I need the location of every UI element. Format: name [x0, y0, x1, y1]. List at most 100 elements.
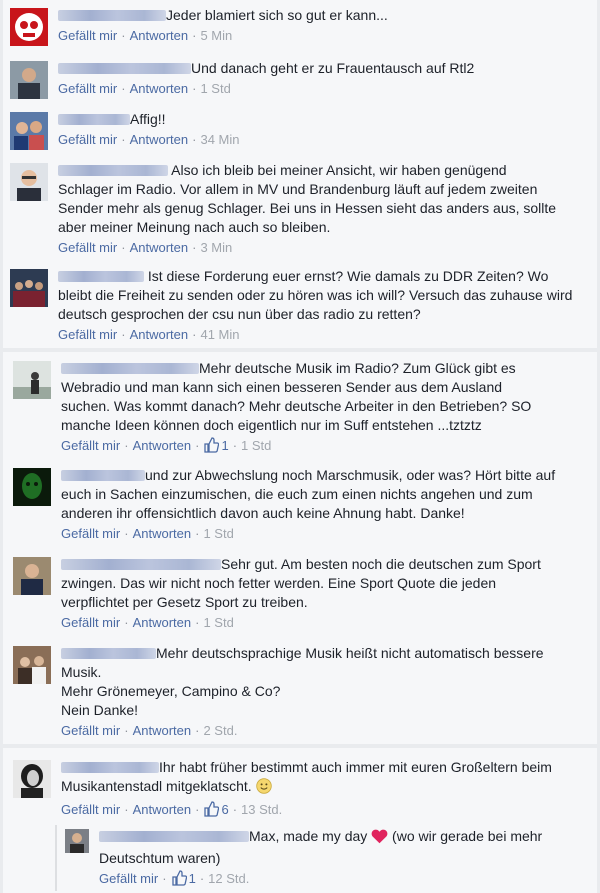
comment-text: Max, made my day — [249, 828, 368, 844]
like-link[interactable]: Gefällt mir — [58, 327, 117, 342]
blurred-author-name[interactable] — [58, 63, 191, 74]
comment-text: Affig!! — [130, 111, 166, 127]
comment-actions: Gefällt mir · Antworten · 5 Min — [58, 27, 588, 44]
separator-dot: · — [232, 438, 238, 453]
separator-dot: · — [199, 871, 205, 886]
separator-dot: · — [121, 327, 126, 342]
blurred-author-name[interactable] — [58, 114, 130, 125]
thumbs-up-icon — [203, 801, 220, 821]
comment-timestamp[interactable]: 1 Std — [200, 81, 230, 96]
blurred-author-name[interactable] — [61, 762, 159, 773]
comment-actions: Gefällt mir · Antworten · 1 Std — [58, 80, 588, 97]
separator-dot: · — [121, 240, 126, 255]
like-link[interactable]: Gefällt mir — [58, 132, 117, 147]
like-link[interactable]: Gefällt mir — [58, 240, 117, 255]
comment-timestamp[interactable]: 13 Std. — [241, 802, 282, 817]
comment-timestamp[interactable]: 1 Std — [203, 615, 233, 630]
reply-indent-line — [55, 825, 57, 891]
comment-timestamp[interactable]: 5 Min — [200, 28, 232, 43]
separator-dot: · — [121, 81, 126, 96]
dark-hair-photo-icon[interactable] — [13, 760, 51, 798]
comment-actions: Gefällt mir · Antworten · 2 Std. — [61, 722, 551, 739]
comment-actions: Gefällt mir · Antworten · 6 · 13 Std. — [61, 801, 581, 821]
comment-text-line: Mehr Grönemeyer, Campino & Co? — [61, 683, 281, 699]
comment-timestamp[interactable]: 1 Std — [203, 526, 233, 541]
reply-link[interactable]: Antworten — [130, 327, 189, 342]
comment-actions: Gefällt mir · Antworten · 1 Std — [61, 614, 561, 631]
separator-dot: · — [195, 526, 200, 541]
separator-dot: · — [124, 526, 129, 541]
comment-actions: Gefällt mir · Antworten · 34 Min — [58, 131, 588, 148]
comment-timestamp[interactable]: 34 Min — [200, 132, 239, 147]
green-face-photo-icon[interactable] — [13, 468, 51, 506]
like-link[interactable]: Gefällt mir — [58, 81, 117, 96]
man-glasses-photo-icon[interactable] — [10, 163, 48, 201]
reply-link[interactable]: Antworten — [133, 723, 192, 738]
like-link[interactable]: Gefällt mir — [58, 28, 117, 43]
man-photo-icon[interactable] — [10, 61, 48, 99]
like-link[interactable]: Gefällt mir — [61, 526, 120, 541]
reply-link[interactable]: Antworten — [130, 28, 189, 43]
small-man-photo-icon[interactable] — [65, 829, 89, 853]
comment-actions: Gefällt mir · Antworten · 1 Std — [61, 525, 586, 542]
thumbs-up-icon — [171, 870, 187, 890]
blurred-author-name[interactable] — [61, 648, 156, 659]
reply-link[interactable]: Antworten — [133, 615, 192, 630]
comment-actions: Gefällt mir · Antworten · 1 · 1 Std — [61, 437, 551, 457]
man-suit-photo-icon[interactable] — [13, 557, 51, 595]
comment-timestamp[interactable]: 1 Std — [241, 438, 271, 453]
separator-dot: · — [124, 802, 129, 817]
comment-actions: Gefällt mir · 1 · 12 Std. — [99, 870, 579, 890]
smile-emoji-icon — [255, 778, 272, 799]
comment-text: Jeder blamiert sich so gut er kann... — [166, 7, 388, 23]
like-count[interactable]: 1 — [171, 870, 196, 886]
blurred-author-name[interactable] — [61, 470, 145, 481]
reply-link[interactable]: Antworten — [130, 240, 189, 255]
comment-actions: Gefällt mir · Antworten · 3 Min — [58, 239, 558, 256]
blurred-author-name[interactable] — [58, 271, 144, 282]
like-link[interactable]: Gefällt mir — [61, 723, 120, 738]
reply-link[interactable]: Antworten — [133, 526, 192, 541]
separator-dot: · — [192, 327, 197, 342]
like-link[interactable]: Gefällt mir — [61, 615, 120, 630]
separator-dot: · — [232, 802, 238, 817]
heart-icon — [371, 829, 388, 849]
separator-dot: · — [195, 438, 200, 453]
thumbs-up-icon — [203, 437, 220, 457]
separator-dot: · — [121, 132, 126, 147]
comment-timestamp[interactable]: 41 Min — [200, 327, 239, 342]
people-indoor-photo-icon[interactable] — [13, 646, 51, 684]
reply-link[interactable]: Antworten — [130, 132, 189, 147]
comment-timestamp[interactable]: 12 Std. — [208, 871, 249, 886]
group-photo-icon[interactable] — [10, 112, 48, 150]
like-count[interactable]: 1 — [203, 437, 229, 453]
reply-link[interactable]: Antworten — [133, 802, 192, 817]
separator-dot: · — [121, 28, 126, 43]
blurred-author-name[interactable] — [58, 10, 166, 21]
crowd-photo-icon[interactable] — [10, 269, 48, 307]
separator-dot: · — [162, 871, 167, 886]
person-snow-photo-icon[interactable] — [13, 361, 51, 399]
blurred-author-name[interactable] — [61, 363, 199, 374]
comment-timestamp[interactable]: 3 Min — [200, 240, 232, 255]
reply-link[interactable]: Antworten — [130, 81, 189, 96]
separator-dot: · — [192, 240, 197, 255]
comment-timestamp[interactable]: 2 Std. — [203, 723, 237, 738]
blurred-author-name[interactable] — [61, 559, 221, 570]
blurred-author-name[interactable] — [58, 165, 168, 176]
separator-dot: · — [124, 438, 129, 453]
like-link[interactable]: Gefällt mir — [99, 871, 158, 886]
like-count[interactable]: 6 — [203, 801, 229, 817]
reply-link[interactable]: Antworten — [133, 438, 192, 453]
like-link[interactable]: Gefällt mir — [61, 802, 120, 817]
blurred-author-name[interactable] — [99, 831, 249, 842]
separator-dot: · — [192, 28, 197, 43]
separator-dot: · — [192, 81, 197, 96]
separator-dot: · — [195, 802, 200, 817]
comment-actions: Gefällt mir · Antworten · 41 Min — [58, 326, 578, 343]
like-link[interactable]: Gefällt mir — [61, 438, 120, 453]
comment-text: Und danach geht er zu Frauentausch auf R… — [191, 60, 475, 76]
skull-logo-icon[interactable] — [10, 8, 48, 46]
separator-dot: · — [124, 723, 129, 738]
comment-text-line: Nein Danke! — [61, 702, 139, 718]
